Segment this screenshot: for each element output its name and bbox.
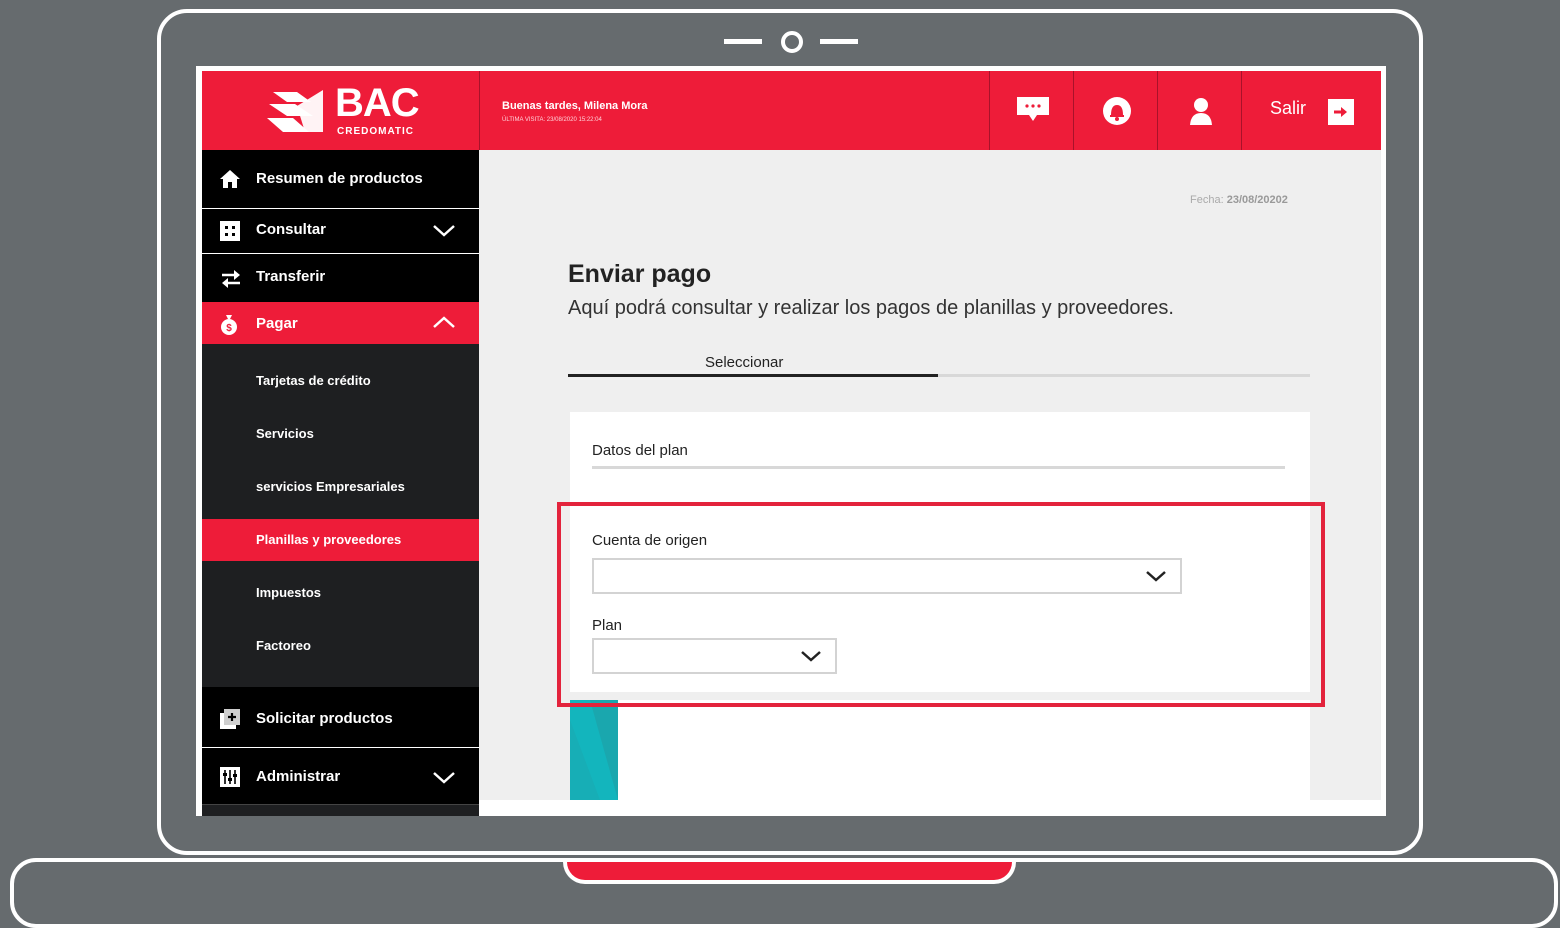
date-label: Fecha: xyxy=(1190,194,1224,206)
chevron-down-icon[interactable] xyxy=(433,772,455,784)
home-icon xyxy=(220,170,240,188)
submenu-item-label: Impuestos xyxy=(256,585,322,600)
camera-icon xyxy=(781,31,803,53)
sidebar-item-resumen[interactable]: Resumen de productos xyxy=(202,150,479,208)
submenu-item-servicios[interactable]: Servicios xyxy=(202,413,479,455)
secondary-card xyxy=(570,700,1310,800)
transfer-icon xyxy=(222,270,240,288)
logo-mark-icon xyxy=(267,90,323,132)
camera-dash-left xyxy=(724,39,762,44)
camera-dash-right xyxy=(820,39,858,44)
submenu-item-tarjetas[interactable]: Tarjetas de crédito xyxy=(202,360,479,402)
notifications-button[interactable] xyxy=(1073,71,1156,150)
card-divider xyxy=(592,466,1285,469)
submenu-item-label: servicios Empresariales xyxy=(256,479,405,494)
logo-subtitle: CREDOMATIC xyxy=(337,126,415,137)
submenu-item-impuestos[interactable]: Impuestos xyxy=(202,572,479,614)
laptop-notch xyxy=(563,862,1016,884)
logo-text: BAC xyxy=(335,81,420,125)
sidebar-item-label: Resumen de productos xyxy=(256,170,423,187)
decorative-teal-graphic xyxy=(570,700,618,800)
grid-icon xyxy=(220,221,240,241)
sidebar-item-transferir[interactable]: Transferir xyxy=(202,254,479,302)
last-visit-text: ÚLTIMA VISITA: 23/08/2020 15:22:04 xyxy=(502,117,602,123)
card-title: Datos del plan xyxy=(592,442,688,459)
submenu-item-factoreo[interactable]: Factoreo xyxy=(202,625,479,667)
sidebar-item-label: Transferir xyxy=(256,268,326,285)
sidebar-item-administrar[interactable]: Administrar xyxy=(202,748,479,804)
sidebar-item-label: Solicitar productos xyxy=(256,710,393,727)
highlight-box xyxy=(557,502,1325,707)
chevron-up-icon[interactable] xyxy=(433,316,455,328)
date-display: Fecha: 23/08/20202 xyxy=(1190,194,1288,206)
progress-fill xyxy=(568,374,938,377)
logout-icon xyxy=(1328,99,1354,125)
sidebar-item-consultar[interactable]: Consultar xyxy=(202,209,479,253)
submenu-item-label: Tarjetas de crédito xyxy=(256,373,371,388)
add-box-icon xyxy=(220,709,240,729)
page-title: Enviar pago xyxy=(568,260,712,288)
messages-button[interactable] xyxy=(989,71,1072,150)
sidebar: Resumen de productos Consultar Transferi… xyxy=(202,150,479,816)
submenu-item-label: Planillas y proveedores xyxy=(256,532,402,547)
sidebar-item-pagar[interactable]: $ Pagar xyxy=(202,302,479,344)
greeting-text: Buenas tardes, Milena Mora xyxy=(502,100,648,112)
page-subtitle: Aquí podrá consultar y realizar los pago… xyxy=(568,297,1174,319)
brand-logo[interactable]: BAC CREDOMATIC xyxy=(202,71,480,150)
sidebar-item-label: Administrar xyxy=(256,768,341,785)
user-icon xyxy=(1190,98,1212,125)
sliders-icon xyxy=(220,767,240,787)
submenu-item-planillas[interactable]: Planillas y proveedores xyxy=(202,519,479,561)
submenu-item-label: Servicios xyxy=(256,426,314,441)
money-bag-icon: $ xyxy=(221,315,237,335)
sidebar-item-solicitar[interactable]: Solicitar productos xyxy=(202,687,479,747)
sidebar-item-label: Consultar xyxy=(256,221,327,238)
progress-track xyxy=(568,374,1310,377)
submenu-item-servicios-empresariales[interactable]: servicios Empresariales xyxy=(202,466,479,508)
submenu-item-label: Factoreo xyxy=(256,638,311,653)
profile-button[interactable] xyxy=(1157,71,1240,150)
chevron-down-icon[interactable] xyxy=(433,225,455,237)
sidebar-item-label: Pagar xyxy=(256,315,298,332)
message-icon xyxy=(1017,97,1049,121)
sidebar-divider xyxy=(202,804,479,805)
date-value: 23/08/20202 xyxy=(1226,194,1288,206)
logout-button[interactable]: Salir xyxy=(1241,71,1381,150)
logout-label: Salir xyxy=(1270,98,1307,118)
tab-seleccionar[interactable]: Seleccionar xyxy=(705,354,783,371)
bell-icon xyxy=(1103,97,1131,125)
svg-text:$: $ xyxy=(226,323,232,334)
top-bar: BAC CREDOMATIC Buenas tardes, Milena Mor… xyxy=(202,71,1381,150)
